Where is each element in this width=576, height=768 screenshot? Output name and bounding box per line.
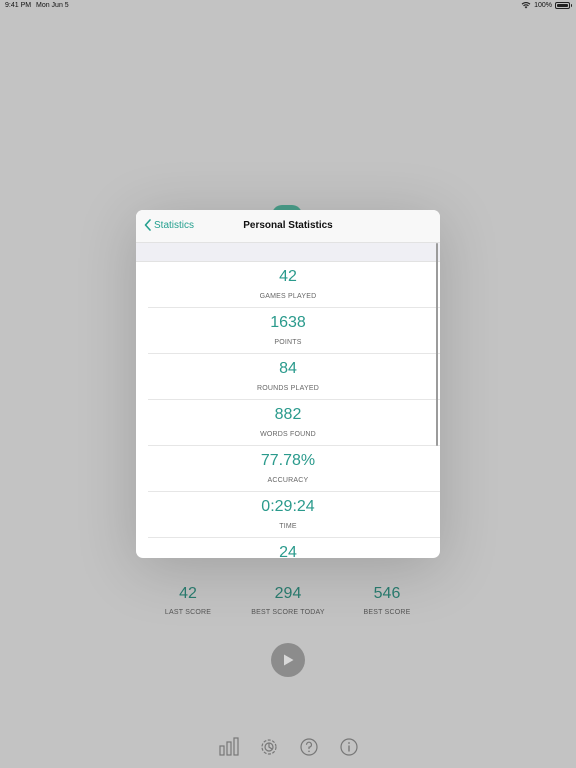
stat-value: 1638 xyxy=(270,314,306,331)
last-score-label: LAST SCORE xyxy=(164,609,212,616)
stat-value: 24 xyxy=(279,544,297,558)
best-score-today: 294 BEST SCORE TODAY xyxy=(238,585,338,616)
personal-statistics-modal: Statistics Personal Statistics 42 GAMES … xyxy=(136,210,440,558)
stat-row-time: 0:29:24 TIME xyxy=(136,492,440,538)
stat-label: GAMES PLAYED xyxy=(259,293,317,300)
stat-row-games-played: 42 GAMES PLAYED xyxy=(136,262,440,308)
stat-label: TIME xyxy=(279,523,297,530)
status-time: 9:41 PM xyxy=(5,2,32,9)
modal-title: Personal Statistics xyxy=(243,220,333,231)
best-score: 546 BEST SCORE xyxy=(337,585,437,616)
last-score-value: 42 xyxy=(179,585,197,602)
stat-value: 84 xyxy=(279,360,297,377)
stat-label: ROUNDS PLAYED xyxy=(257,385,319,392)
bottom-toolbar xyxy=(0,737,576,757)
stat-label: POINTS xyxy=(274,339,302,346)
section-header xyxy=(136,242,440,262)
last-score: 42 LAST SCORE xyxy=(138,585,238,616)
statistics-list[interactable]: 42 GAMES PLAYED 1638 POINTS 84 ROUNDS PL… xyxy=(136,262,440,558)
stat-row-words-found: 882 WORDS FOUND xyxy=(136,400,440,446)
stat-label: WORDS FOUND xyxy=(260,431,316,438)
best-score-label: BEST SCORE xyxy=(363,609,411,616)
stat-row-points: 1638 POINTS xyxy=(136,308,440,354)
stat-label: ACCURACY xyxy=(267,477,309,484)
wifi-icon xyxy=(521,2,531,9)
stat-row-rounds-played: 84 ROUNDS PLAYED xyxy=(136,354,440,400)
settings-icon[interactable] xyxy=(259,737,279,757)
scrollbar[interactable] xyxy=(436,243,438,446)
navigation-bar: Statistics Personal Statistics xyxy=(136,210,440,242)
stat-value: 0:29:24 xyxy=(261,498,315,515)
best-score-today-label: BEST SCORE TODAY xyxy=(251,609,325,616)
best-score-value: 546 xyxy=(373,585,401,602)
best-score-today-value: 294 xyxy=(274,585,302,602)
help-icon[interactable] xyxy=(299,737,319,757)
stat-row-accuracy: 77.78% ACCURACY xyxy=(136,446,440,492)
play-button[interactable] xyxy=(271,643,305,677)
stats-icon[interactable] xyxy=(219,737,239,757)
battery-icon xyxy=(555,1,572,9)
status-date: Mon Jun 5 xyxy=(36,2,69,9)
battery-percent: 100% xyxy=(534,1,552,9)
stat-value: 77.78% xyxy=(260,452,316,469)
stat-value: 42 xyxy=(279,268,297,285)
stat-value: 882 xyxy=(274,406,302,423)
stat-row-partial: 24 xyxy=(136,538,440,558)
play-icon xyxy=(284,654,294,666)
status-bar: 9:41 PM Mon Jun 5 100% xyxy=(0,0,576,14)
info-icon[interactable] xyxy=(339,737,359,757)
status-right: 100% xyxy=(521,1,572,9)
